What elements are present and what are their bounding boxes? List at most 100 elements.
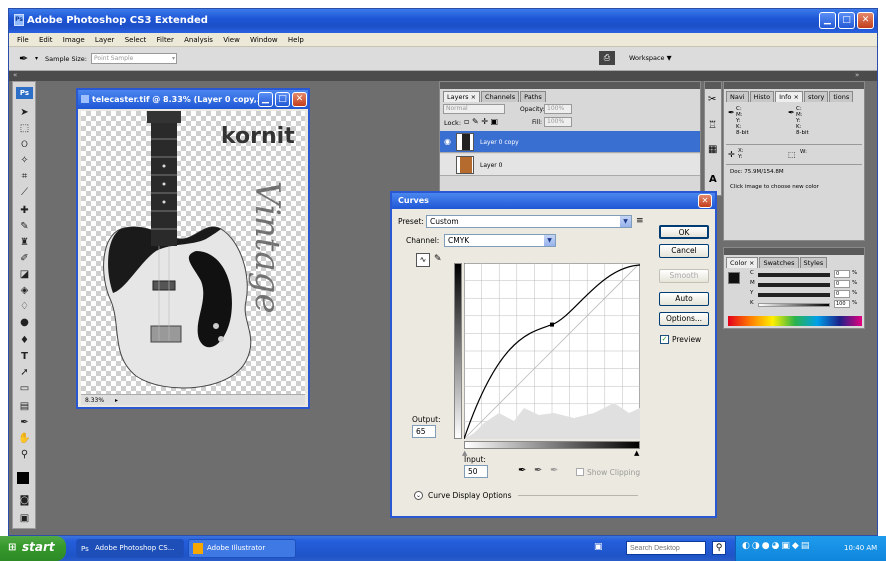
task-photoshop[interactable]: Ps Adobe Photoshop CS... — [76, 539, 184, 558]
maximize-button[interactable]: □ — [838, 12, 855, 29]
eyedropper-tool-icon[interactable]: ✒ — [17, 416, 32, 429]
menu-layer[interactable]: Layer — [95, 33, 115, 47]
minimize-button[interactable]: ▁ — [819, 12, 836, 29]
search-icon[interactable]: ⚲ — [712, 541, 726, 555]
output-input[interactable]: 65 — [412, 425, 436, 438]
lasso-tool-icon[interactable]: ଠ — [17, 138, 32, 151]
eraser-tool-icon[interactable]: ◪ — [17, 268, 32, 281]
crop-tool-icon[interactable]: ⌗ — [17, 170, 32, 183]
tray-icons[interactable]: ◐◑●◕▣◆▤ — [742, 541, 811, 551]
color-ramp[interactable] — [728, 316, 862, 326]
screen-mode-icon[interactable]: ▣ — [17, 512, 32, 525]
healing-brush-icon[interactable]: ✚ — [17, 204, 32, 217]
notes-tool-icon[interactable]: ▤ — [17, 400, 32, 413]
input-field[interactable]: 50 — [464, 465, 488, 478]
cyan-value[interactable]: 0 — [834, 270, 850, 278]
eyedropper-icon[interactable]: ✒ — [19, 52, 28, 65]
gray-eyedropper-icon[interactable]: ✒ — [534, 465, 542, 476]
tab-swatches[interactable]: Swatches — [759, 257, 799, 268]
curves-title-bar[interactable]: Curves ✕ — [392, 193, 715, 209]
slider-cyan[interactable] — [758, 273, 830, 277]
doc-maximize-button[interactable]: □ — [275, 92, 290, 107]
tab-color[interactable]: Color × — [726, 257, 759, 268]
menu-analysis[interactable]: Analysis — [184, 33, 213, 47]
preset-options-icon[interactable]: ≡ — [636, 216, 644, 226]
desktop-search-icon[interactable]: ▣ — [594, 542, 603, 552]
collapse-icon[interactable]: « — [13, 71, 17, 79]
black-point-slider-icon[interactable]: ▲ — [634, 449, 639, 457]
curves-close-button[interactable]: ✕ — [698, 194, 712, 208]
slider-black[interactable] — [758, 303, 830, 307]
hand-tool-icon[interactable]: ✋ — [17, 432, 32, 445]
tool-preset-arrow-icon[interactable]: ▾ — [35, 55, 38, 62]
tab-actions[interactable]: tions — [829, 91, 854, 102]
lock-icons[interactable]: ▫ ✎ ✛ ▣ — [464, 117, 498, 126]
brushes-icon[interactable]: ♖ — [708, 120, 717, 131]
slice-tool-icon[interactable]: ⟋ — [17, 186, 32, 199]
tab-styles[interactable]: Styles — [799, 257, 828, 268]
pen-tool-icon[interactable]: ♦ — [17, 334, 32, 347]
pencil-icon[interactable]: ✎ — [434, 254, 442, 264]
tools-preset-icon[interactable]: ✂ — [708, 94, 716, 105]
type-tool-icon[interactable]: T — [17, 350, 32, 363]
menu-help[interactable]: Help — [288, 33, 304, 47]
ok-button[interactable]: OK — [659, 225, 709, 239]
curve-display-options-label[interactable]: Curve Display Options — [428, 491, 511, 500]
curves-graph[interactable] — [464, 263, 640, 439]
marquee-tool-icon[interactable]: ⬚ — [17, 122, 32, 135]
paint-bucket-icon[interactable]: ◈ — [17, 284, 32, 297]
expand-icon[interactable]: » — [855, 71, 859, 79]
preset-select[interactable]: Custom ▼ — [426, 215, 632, 228]
tab-channels[interactable]: Channels — [481, 91, 520, 102]
layer-row-base[interactable]: Layer 0 — [440, 154, 700, 176]
opacity-input[interactable]: 100% — [544, 104, 572, 114]
tab-history[interactable]: story — [803, 91, 829, 102]
tab-paths[interactable]: Paths — [520, 91, 546, 102]
doc-minimize-button[interactable]: ▁ — [258, 92, 273, 107]
document-title-bar[interactable]: telecaster.tif @ 8.33% (Layer 0 copy,...… — [78, 90, 308, 109]
document-canvas[interactable]: kornit Vintage — [81, 111, 305, 395]
tab-layers[interactable]: Layers × — [443, 91, 481, 102]
curve-control-point[interactable] — [550, 322, 554, 327]
quick-mask-icon[interactable]: ◙ — [17, 494, 32, 507]
character-icon[interactable]: A — [709, 174, 717, 185]
magenta-value[interactable]: 0 — [834, 280, 850, 288]
menu-file[interactable]: File — [17, 33, 29, 47]
workspace-button[interactable]: Workspace ▼ — [625, 52, 681, 65]
foreground-color-chip[interactable] — [728, 272, 740, 284]
dodge-tool-icon[interactable]: ● — [17, 316, 32, 329]
curve-display-toggle-icon[interactable]: ⌄ — [414, 491, 423, 500]
slider-magenta[interactable] — [758, 283, 830, 287]
doc-close-button[interactable]: ✕ — [292, 92, 307, 107]
menu-image[interactable]: Image — [63, 33, 85, 47]
task-illustrator[interactable]: Adobe Illustrator — [188, 539, 296, 558]
foreground-color-swatch[interactable] — [17, 472, 29, 484]
magic-wand-icon[interactable]: ✧ — [17, 154, 32, 167]
black-value[interactable]: 100 — [834, 300, 850, 308]
menu-edit[interactable]: Edit — [39, 33, 53, 47]
move-tool-icon[interactable]: ➤ — [17, 106, 32, 119]
layer-row-copy[interactable]: ◉ Layer 0 copy — [440, 131, 700, 153]
auto-button[interactable]: Auto — [659, 292, 709, 306]
clone-stamp-icon[interactable]: ♜ — [17, 236, 32, 249]
white-eyedropper-icon[interactable]: ✒ — [550, 465, 558, 476]
options-button[interactable]: Options... — [659, 312, 709, 326]
menu-filter[interactable]: Filter — [157, 33, 174, 47]
clone-source-icon[interactable]: ▦ — [708, 144, 717, 155]
bridge-icon[interactable]: ⎙ — [599, 51, 615, 65]
curve-point-tool-icon[interactable]: ∿ — [416, 253, 430, 267]
slider-yellow[interactable] — [758, 293, 830, 297]
desktop-search-input[interactable] — [626, 541, 706, 555]
eye-icon[interactable]: ◉ — [444, 137, 451, 146]
tab-info[interactable]: Info × — [775, 91, 803, 102]
close-button[interactable]: ✕ — [857, 12, 874, 29]
path-selection-icon[interactable]: ➚ — [17, 366, 32, 379]
shape-tool-icon[interactable]: ▭ — [17, 382, 32, 395]
zoom-tool-icon[interactable]: ⚲ — [17, 448, 32, 461]
menu-view[interactable]: View — [223, 33, 240, 47]
zoom-level[interactable]: 8.33% — [85, 397, 104, 404]
fill-input[interactable]: 100% — [544, 117, 572, 127]
channel-select[interactable]: CMYK ▼ — [444, 234, 556, 247]
smooth-button[interactable]: Smooth — [659, 269, 709, 283]
tab-navigator[interactable]: Navi — [726, 91, 749, 102]
